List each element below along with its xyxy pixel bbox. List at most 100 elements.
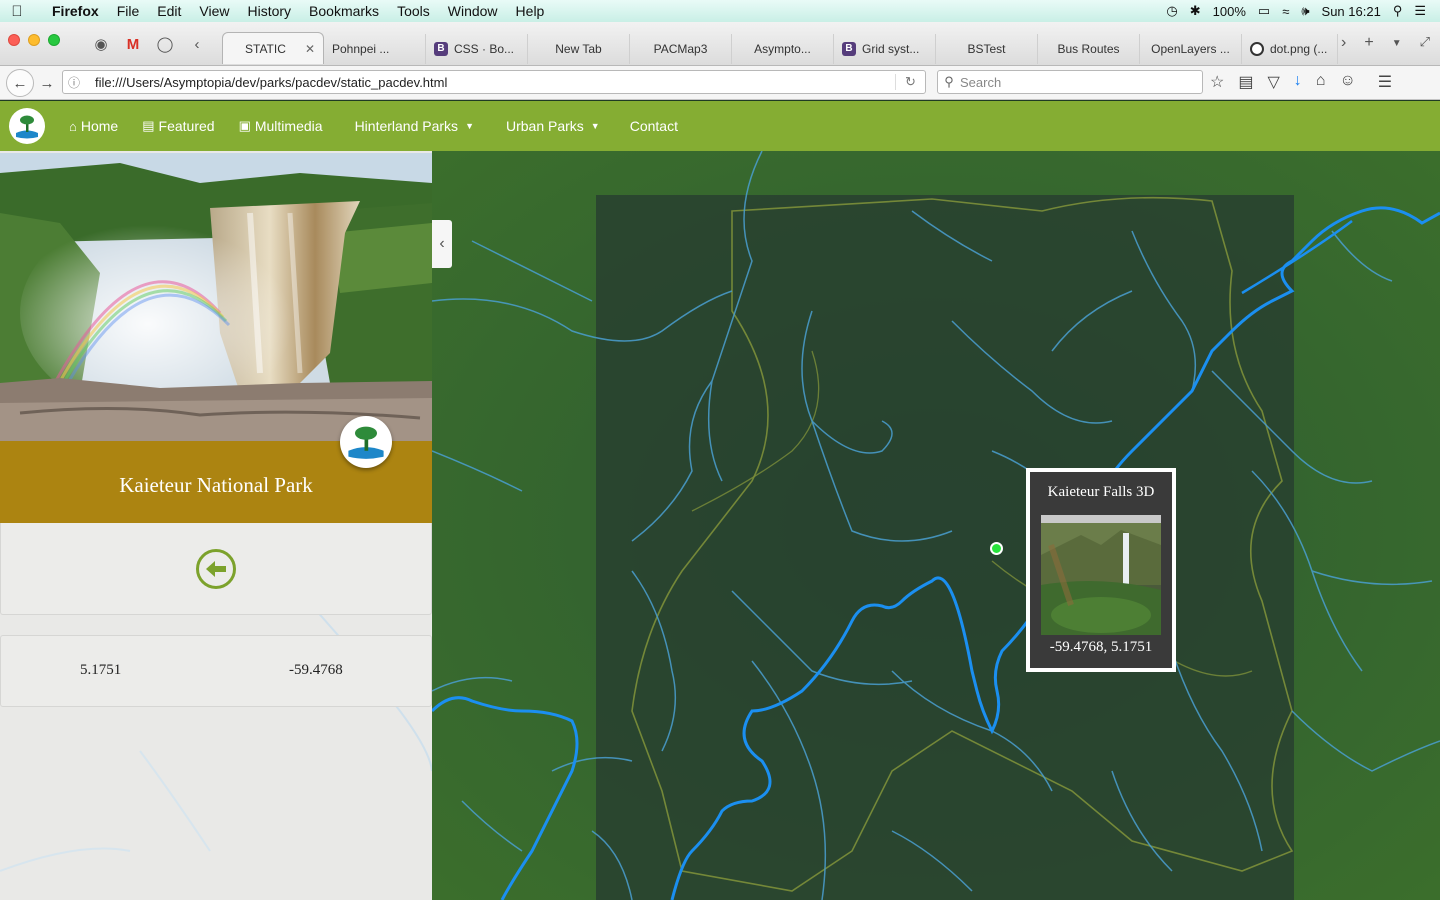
film-icon: ▤ xyxy=(142,118,155,133)
tab-list-dropdown-icon[interactable]: ▼ xyxy=(1392,34,1402,54)
menu-tools[interactable]: Tools xyxy=(388,3,439,19)
tab-bstest[interactable]: BSTest xyxy=(936,34,1038,64)
spotlight-icon[interactable]: ⚲ xyxy=(1393,3,1403,19)
caret-down-icon: ▼ xyxy=(465,121,474,131)
tab-label: OpenLayers ... xyxy=(1151,42,1230,56)
url-text[interactable]: file:///Users/Asymptopia/dev/parks/pacde… xyxy=(85,75,895,90)
tab-label: CSS · Bo... xyxy=(454,42,515,56)
tab-new-tab[interactable]: New Tab xyxy=(528,34,630,64)
tab-openlayers[interactable]: OpenLayers ... xyxy=(1140,34,1242,64)
menu-edit[interactable]: Edit xyxy=(148,3,190,19)
back-button[interactable]: ← xyxy=(6,69,34,97)
picture-icon: ▣ xyxy=(238,118,251,133)
tab-scroll-right-icon[interactable]: › xyxy=(1341,34,1346,54)
tab-asymptopia[interactable]: Asympto... xyxy=(732,34,834,64)
menu-icon[interactable]: ☰ xyxy=(1378,72,1392,92)
status-area: ◷ ✱ 100% ▭ ≈ 🕪 Sun 16:21 ⚲ ☰ xyxy=(1166,0,1440,22)
hello-chat-icon[interactable]: ☺ xyxy=(1339,72,1355,92)
tab-static[interactable]: STATIC ✕ xyxy=(222,32,324,64)
nav-featured[interactable]: ▤ Featured xyxy=(142,118,214,134)
tab-strip: ◉ M ◯ ‹ STATIC ✕ Pohnpei ... B CSS · Bo..… xyxy=(0,22,1440,197)
tab-pacmap3[interactable]: PACMap3 xyxy=(630,34,732,64)
menu-help[interactable]: Help xyxy=(507,3,554,19)
menu-bookmarks[interactable]: Bookmarks xyxy=(300,3,388,19)
tab-scroll-left-icon[interactable]: ‹ xyxy=(184,31,210,57)
site-logo[interactable] xyxy=(9,108,45,144)
tab-pohnpei[interactable]: Pohnpei ... xyxy=(324,34,668,197)
map-popup[interactable]: Kaieteur Falls 3D -59.4768, 5.1751 xyxy=(1026,468,1176,672)
nav-home-label: Home xyxy=(80,118,119,134)
battery-percent[interactable]: 100% xyxy=(1213,4,1246,19)
minimize-window-button[interactable] xyxy=(28,34,40,46)
nav-featured-label: Featured xyxy=(158,118,215,134)
park-tree-logo-icon xyxy=(348,426,384,459)
latitude-value: 5.1751 xyxy=(80,662,122,678)
bluetooth-icon[interactable]: ✱ xyxy=(1190,3,1201,19)
home-icon: ⌂ xyxy=(69,118,77,134)
nav-urban-label: Urban Parks xyxy=(505,118,584,134)
menu-window[interactable]: Window xyxy=(439,3,507,19)
kaieteur-falls-image xyxy=(0,153,432,441)
map-view[interactable] xyxy=(432,151,1440,900)
tab-grid-system[interactable]: B Grid syst... xyxy=(834,34,936,64)
popup-coordinates: -59.4768, 5.1751 xyxy=(1049,639,1153,655)
wifi-icon[interactable]: ≈ xyxy=(1282,4,1289,19)
tab-dot-png[interactable]: dot.png (... xyxy=(1242,34,1338,64)
map-marker-kaieteur[interactable] xyxy=(990,542,1003,555)
tab-label: PACMap3 xyxy=(653,42,708,56)
nav-contact[interactable]: Contact xyxy=(630,118,678,134)
pinned-tab-gmail-icon[interactable]: M xyxy=(120,31,146,57)
collapse-sidebar-button[interactable]: ‹ xyxy=(432,220,452,268)
url-bar[interactable]: ⓘ file:///Users/Asymptopia/dev/parks/pac… xyxy=(62,70,926,94)
map-layers xyxy=(432,151,1440,900)
search-bar[interactable]: ⚲ Search xyxy=(937,70,1203,94)
apple-icon[interactable]:  xyxy=(0,3,34,20)
park-hero-image xyxy=(0,153,432,441)
pocket-icon[interactable]: ▽ xyxy=(1267,72,1279,92)
nav-multimedia[interactable]: ▣ Multimedia xyxy=(239,118,323,134)
forward-button[interactable]: → xyxy=(34,71,60,95)
bootstrap-icon: B xyxy=(434,42,448,56)
volume-icon[interactable]: 🕪 xyxy=(1301,3,1309,19)
site-info-icon[interactable]: ⓘ xyxy=(63,74,85,91)
home-icon[interactable]: ⌂ xyxy=(1316,72,1326,92)
downloads-icon[interactable]: ↓ xyxy=(1294,72,1302,92)
caret-down-icon: ▼ xyxy=(590,121,600,131)
tab-label: BSTest xyxy=(967,42,1006,56)
popup-thumbnail[interactable] xyxy=(1041,515,1161,635)
reload-icon[interactable]: ↻ xyxy=(895,74,925,90)
tab-list: STATIC ✕ Pohnpei ... B CSS · Bo... New Ta… xyxy=(222,32,1338,197)
close-window-button[interactable] xyxy=(8,34,20,46)
back-arrow-button[interactable] xyxy=(196,548,236,589)
tab-bus-routes[interactable]: Bus Routes xyxy=(1038,34,1140,64)
pinned-tab-globe-icon[interactable]: ◉ xyxy=(88,31,114,57)
menu-history[interactable]: History xyxy=(238,3,300,19)
popup-title: Kaieteur Falls 3D xyxy=(1047,484,1155,500)
arrow-left-icon xyxy=(206,560,226,577)
site-navbar: ⌂ Home ▤ Featured ▣ Multimedia Hinterland P… xyxy=(0,101,1440,151)
tab-label: Pohnpei ... xyxy=(332,42,390,56)
menu-view[interactable]: View xyxy=(190,3,238,19)
zoom-window-button[interactable] xyxy=(48,34,60,46)
tab-css-bootstrap[interactable]: B CSS · Bo... xyxy=(426,34,528,64)
time-machine-icon[interactable]: ◷ xyxy=(1166,3,1177,19)
battery-icon[interactable]: ▭ xyxy=(1258,3,1270,19)
reading-list-icon[interactable]: ▤ xyxy=(1238,72,1253,92)
clock[interactable]: Sun 16:21 xyxy=(1322,4,1381,19)
pinned-tab-github-icon[interactable]: ◯ xyxy=(152,31,178,57)
park-badge xyxy=(340,416,392,468)
menu-app-name[interactable]: Firefox xyxy=(34,3,108,19)
nav-hinterland-parks[interactable]: Hinterland Parks ▼ xyxy=(355,118,474,134)
close-tab-icon[interactable]: ✕ xyxy=(305,42,315,56)
chevron-left-icon: ‹ xyxy=(439,235,445,252)
tab-label: Asympto... xyxy=(754,42,811,56)
nav-urban-parks[interactable]: Urban Parks ▼ xyxy=(506,118,600,134)
nav-home[interactable]: ⌂ Home xyxy=(69,118,118,134)
bookmark-star-icon[interactable]: ☆ xyxy=(1210,72,1224,92)
notification-center-icon[interactable]: ☰ xyxy=(1414,3,1426,19)
search-placeholder[interactable]: Search xyxy=(960,75,1001,90)
window-controls xyxy=(8,34,60,46)
new-tab-icon[interactable]: + xyxy=(1364,34,1373,54)
fullscreen-icon[interactable]: ⤢ xyxy=(1420,34,1430,54)
menu-file[interactable]: File xyxy=(108,3,149,19)
